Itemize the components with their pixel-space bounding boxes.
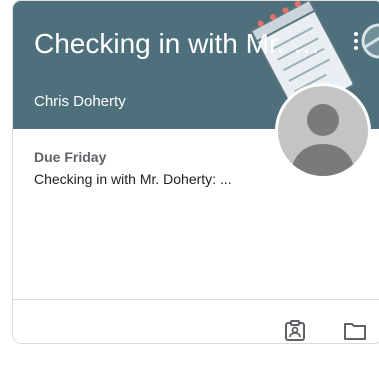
card-divider <box>13 299 379 300</box>
assignment-ind-icon[interactable] <box>283 319 307 343</box>
more-vert-icon[interactable] <box>349 29 363 55</box>
class-card[interactable]: Checking in with Mr. Doherty Chris Doher… <box>12 0 379 344</box>
class-title[interactable]: Checking in with Mr. Doherty <box>34 27 324 61</box>
assignment-link[interactable]: Checking in with Mr. Doherty: ... <box>34 170 232 188</box>
card-body: Due Friday Checking in with Mr. Doherty:… <box>13 129 379 299</box>
teacher-name[interactable]: Chris Doherty <box>34 93 126 111</box>
due-date-label: Due Friday <box>34 149 107 165</box>
folder-icon[interactable] <box>343 319 367 343</box>
